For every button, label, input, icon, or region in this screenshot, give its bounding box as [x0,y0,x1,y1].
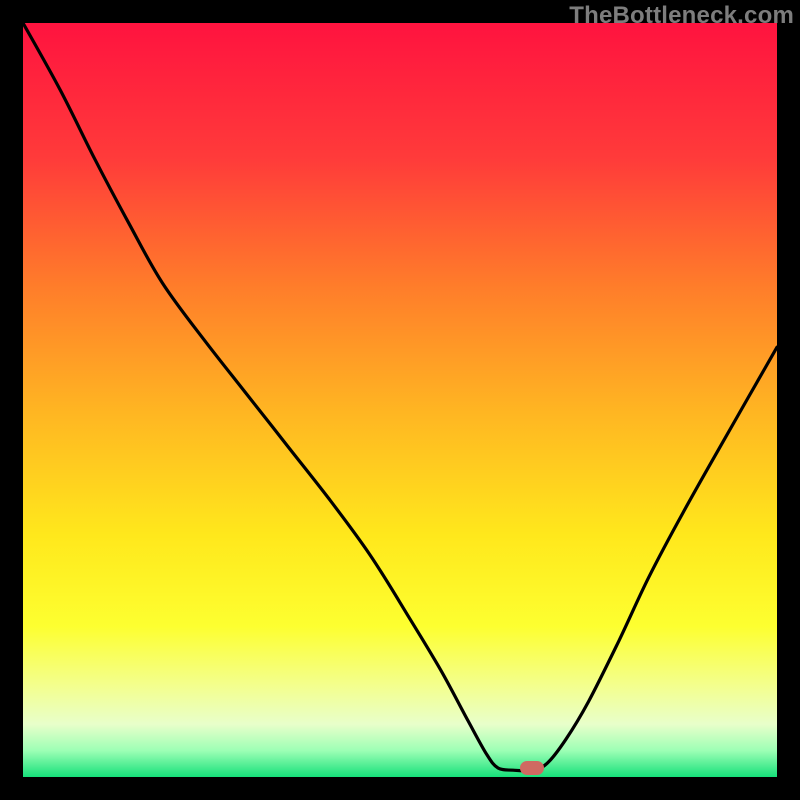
plot-area [23,23,777,777]
bottleneck-curve [23,23,777,777]
optimal-point-marker [520,761,544,775]
watermark-text: TheBottleneck.com [569,2,794,30]
chart-frame: TheBottleneck.com [0,0,800,800]
